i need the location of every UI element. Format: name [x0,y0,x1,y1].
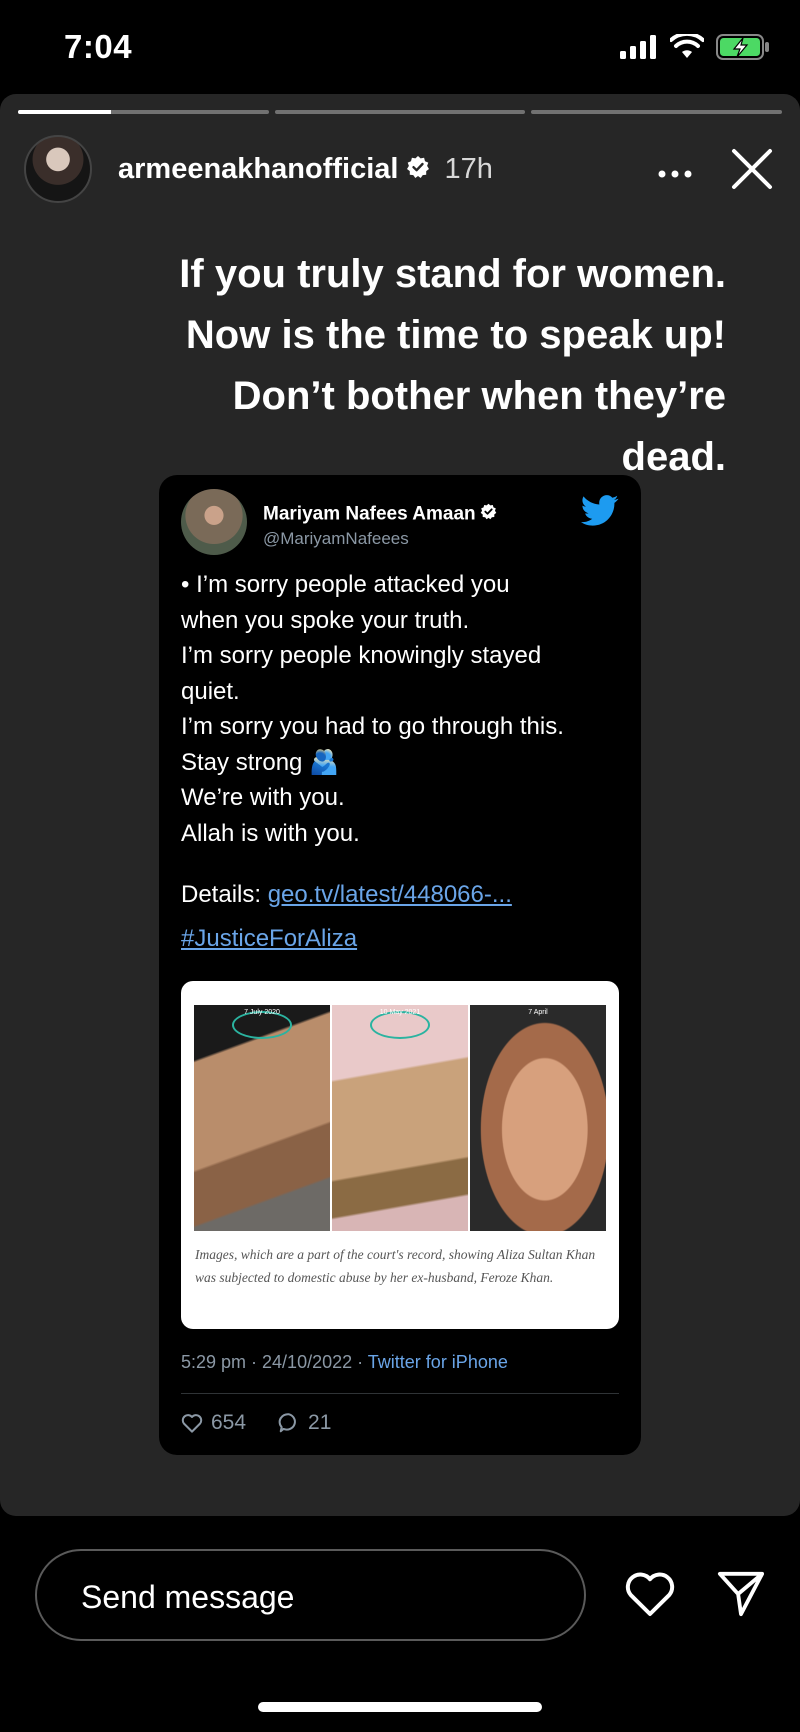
reply-count: 21 [308,1411,332,1434]
photo-date: 7 April [528,1009,548,1016]
tweet-hashtag: #JusticeForAliza [181,925,358,952]
photo-date: 10 May 2021 [379,1009,421,1016]
twitter-bird-icon [581,495,619,532]
avatar[interactable] [24,135,92,203]
progress-segment [18,110,269,114]
like-stat: 654 [181,1411,246,1435]
reply-bubble-icon [278,1413,296,1433]
tweet-timestamp: 5:29 pm · 24/10/2022 · [181,1352,368,1372]
status-time: 7:04 [64,28,133,65]
cellular-signal-icon [620,35,656,59]
tweet-author: Mariyam Nafees Amaan [263,503,497,526]
story-view[interactable]: armeenakhanofficial 17h If you truly sta… [0,94,800,1516]
tweet-line: I’m sorry you had to go through this. [181,713,564,740]
tweet-header: Mariyam Nafees Amaan @MariyamNafeees [181,489,619,559]
close-icon[interactable] [728,145,776,193]
tweet-text: • I’m sorry people attacked you when you… [181,567,619,851]
reply-stat: 21 [278,1411,331,1435]
caption-line: Now is the time to speak up! [185,313,726,357]
media-photos: 7 July 2020 10 May 2021 7 April [194,1005,606,1231]
divider [181,1393,619,1394]
more-icon[interactable] [658,154,692,184]
send-message-input[interactable]: Send message [35,1549,586,1641]
evidence-photo: 7 July 2020 [194,1005,330,1231]
story-time-ago: 17h [444,152,493,185]
tweet-line: Stay strong 🫂 [181,748,339,776]
home-indicator [258,1702,542,1712]
story-username[interactable]: armeenakhanofficial [118,153,398,186]
tweet-author-name: Mariyam Nafees Amaan [263,503,476,525]
like-count: 654 [211,1411,247,1434]
status-bar: 7:04 [0,0,800,96]
details-link: geo.tv/latest/448066-... [267,881,512,908]
tweet-media: 7 July 2020 10 May 2021 7 April Images, … [181,981,619,1329]
heart-outline-icon [181,1414,203,1433]
evidence-photo: 7 April [470,1005,606,1231]
story-caption: If you truly stand for women. Now is the… [26,244,726,488]
story-progress [18,110,783,114]
tweet-card: Mariyam Nafees Amaan @MariyamNafeees • I… [159,475,641,1455]
verified-badge-icon [406,155,430,184]
progress-segment [274,110,526,114]
tweet-line: Allah is with you. [181,819,360,847]
tweet-meta: 5:29 pm · 24/10/2022 · Twitter for iPhon… [181,1352,508,1373]
story-header: armeenakhanofficial 17h [24,132,776,206]
tweet-line: We’re with you. [181,784,345,811]
evidence-photo: 10 May 2021 [332,1005,468,1231]
media-caption: Images, which are a part of the court's … [195,1247,596,1285]
send-message-placeholder: Send message [81,1579,295,1615]
wifi-icon [670,34,704,58]
verified-badge-icon [480,503,497,526]
photo-date: 7 July 2020 [244,1009,280,1016]
tweet-line: I’m sorry people knowingly stayed [181,642,542,669]
details-label: Details: [181,881,262,908]
send-icon[interactable] [716,1570,766,1623]
tweet-line: when you spoke your truth. [181,606,470,634]
heart-icon[interactable] [624,1570,676,1623]
status-icons [620,34,770,60]
tweet-source: Twitter for iPhone [367,1352,508,1372]
tweet-avatar [181,489,247,555]
caption-line: Don’t bother when they’re [232,374,726,418]
progress-segment [531,110,783,114]
caption-line: If you truly stand for women. [179,252,726,296]
tweet-stats: 654 21 [181,1411,355,1435]
battery-charging-icon [716,34,769,60]
tweet-details: Details: geo.tv/latest/448066-... [181,878,512,912]
tweet-handle: @MariyamNafeees [263,529,409,548]
tweet-line: quiet. [181,677,240,705]
tweet-line: • I’m sorry people attacked you [181,571,510,598]
